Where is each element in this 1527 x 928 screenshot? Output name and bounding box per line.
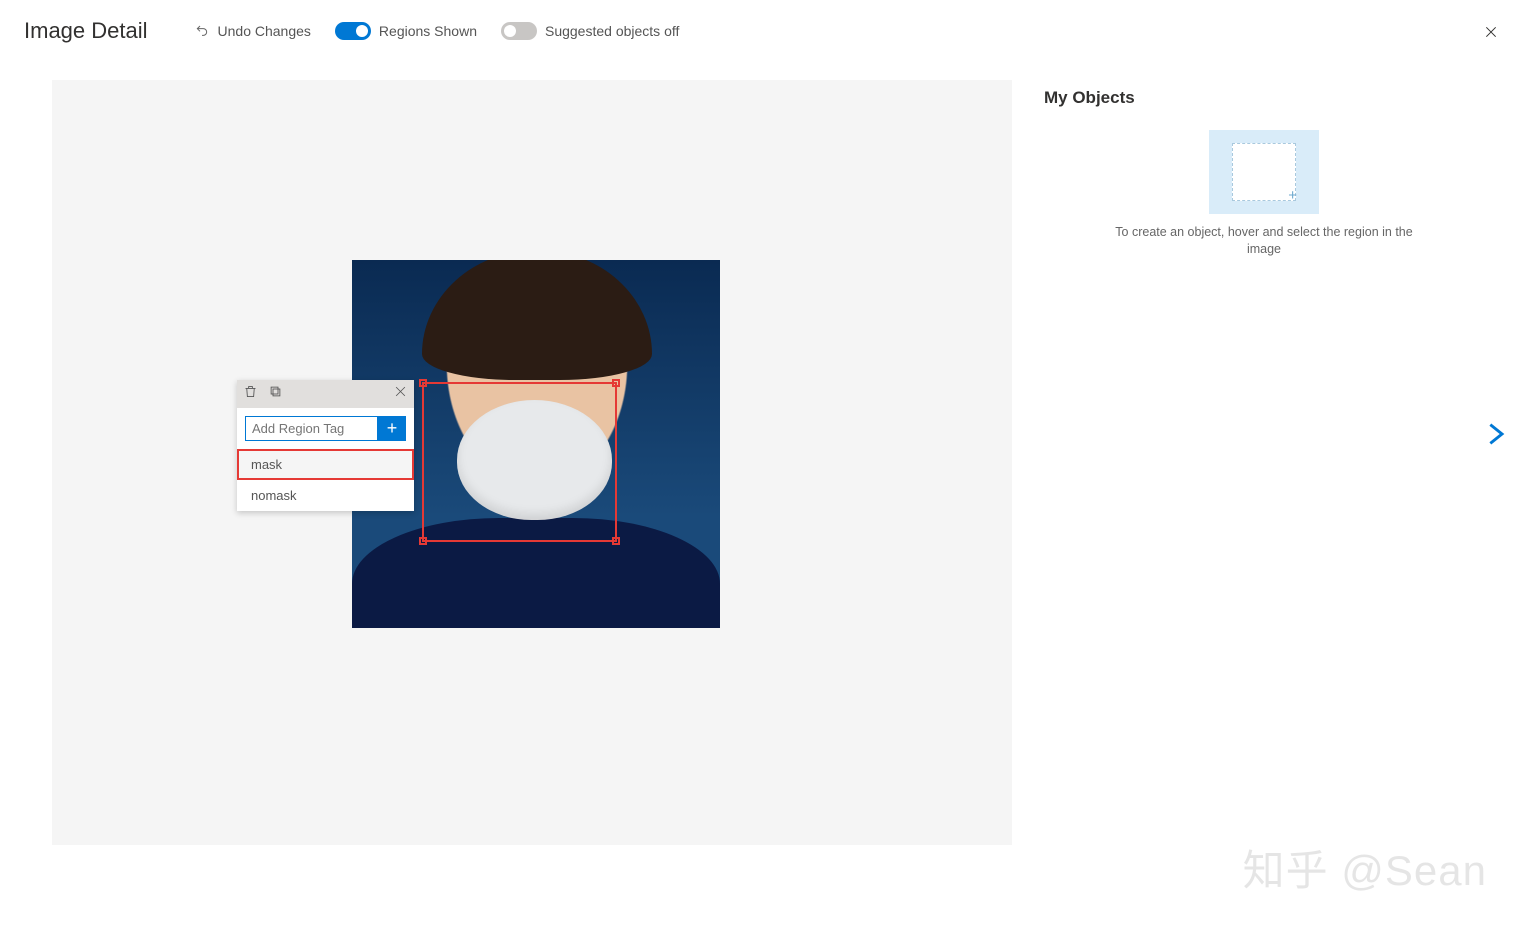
close-icon: [393, 384, 408, 399]
regions-toggle[interactable]: Regions Shown: [335, 22, 477, 40]
undo-label: Undo Changes: [218, 23, 311, 39]
suggested-label: Suggested objects off: [545, 23, 679, 39]
copy-icon: [268, 384, 283, 399]
close-popup-button[interactable]: [393, 384, 408, 404]
resize-handle-br[interactable]: [612, 537, 620, 545]
page-title: Image Detail: [24, 18, 148, 44]
add-tag-button[interactable]: +: [378, 416, 406, 441]
resize-handle-bl[interactable]: [419, 537, 427, 545]
dashed-region-icon: +: [1232, 143, 1296, 201]
tag-option-nomask[interactable]: nomask: [237, 480, 414, 511]
duplicate-region-button[interactable]: [268, 384, 283, 404]
image-canvas[interactable]: + mask nomask: [52, 80, 1012, 845]
create-object-hint: To create an object, hover and select th…: [1114, 224, 1414, 258]
region-bounding-box[interactable]: [422, 382, 617, 542]
resize-handle-tl[interactable]: [419, 379, 427, 387]
region-tag-input[interactable]: [245, 416, 378, 441]
tag-option-mask[interactable]: mask: [237, 449, 414, 480]
my-objects-panel: My Objects + To create an object, hover …: [1044, 80, 1484, 258]
delete-region-button[interactable]: [243, 384, 258, 404]
resize-handle-tr[interactable]: [612, 379, 620, 387]
toggle-on-icon: [335, 22, 371, 40]
plus-corner-icon: +: [1288, 187, 1297, 204]
toggle-off-icon: [501, 22, 537, 40]
create-object-placeholder[interactable]: +: [1209, 130, 1319, 214]
region-tag-popup: + mask nomask: [237, 380, 414, 511]
undo-changes-button[interactable]: Undo Changes: [194, 22, 311, 41]
close-button[interactable]: [1483, 24, 1499, 45]
plus-icon: +: [387, 418, 398, 439]
undo-icon: [194, 22, 210, 41]
suggested-objects-toggle[interactable]: Suggested objects off: [501, 22, 679, 40]
regions-label: Regions Shown: [379, 23, 477, 39]
close-icon: [1483, 27, 1499, 44]
watermark: 知乎 @Sean: [1243, 837, 1487, 898]
my-objects-title: My Objects: [1044, 88, 1484, 108]
next-image-button[interactable]: [1481, 420, 1509, 453]
trash-icon: [243, 384, 258, 399]
chevron-right-icon: [1481, 435, 1509, 452]
